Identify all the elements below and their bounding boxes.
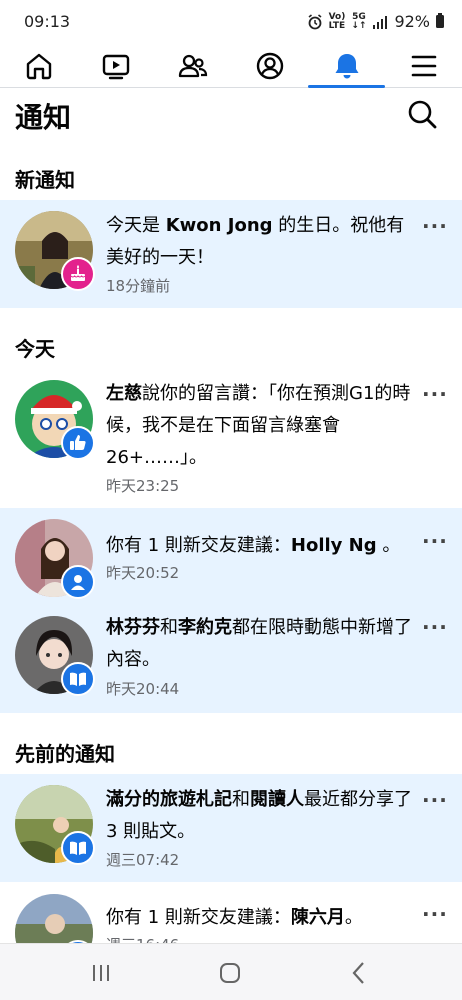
- notification-text: 林芬芬和李約克都在限時動態中新增了內容。: [106, 617, 412, 670]
- avatar: [15, 894, 95, 943]
- volte-indicator: Vo) LTE: [328, 11, 346, 31]
- birthday-cake-icon: [70, 265, 86, 281]
- like-icon: [70, 435, 86, 450]
- recent-apps-button[interactable]: [88, 960, 114, 986]
- notification-time: 昨天23:25: [106, 477, 180, 495]
- system-navigation-bar: [0, 943, 462, 1000]
- back-icon: [352, 962, 364, 984]
- more-options-button[interactable]: ···: [422, 216, 447, 240]
- network-type: 5G ↓↑: [351, 11, 367, 31]
- back-button[interactable]: [346, 960, 372, 986]
- home-icon: [26, 53, 51, 79]
- battery-percent: 92%: [394, 12, 430, 31]
- more-options-button[interactable]: ···: [422, 531, 447, 555]
- notification-item[interactable]: 左慈說你的留言讚：「你在預測G1的時候，我不是在下面留言綠塞會26+……」。 昨…: [0, 370, 462, 508]
- notification-item[interactable]: 滿分的旅遊札記和閱讀人最近都分享了 3 則貼文。 週三07:42 ···: [0, 774, 462, 882]
- notification-item[interactable]: 林芬芬和李約克都在限時動態中新增了內容。 昨天20:44 ···: [0, 604, 462, 713]
- avatar: [15, 211, 95, 291]
- notification-text: 你有 1 則新交友建議：Holly Ng 。: [106, 535, 401, 556]
- search-icon: [408, 100, 437, 129]
- notification-text: 你有 1 則新交友建議：陳六月。: [106, 907, 363, 928]
- notification-item[interactable]: 你有 1 則新交友建議：陳六月。 週三16:46 ···: [0, 882, 462, 943]
- notification-text: 左慈說你的留言讚：「你在預測G1的時候，我不是在下面留言綠塞會26+……」。: [106, 383, 411, 468]
- notification-text: 滿分的旅遊札記和閱讀人最近都分享了 3 則貼文。: [106, 789, 412, 842]
- notification-time: 昨天20:52: [106, 564, 180, 582]
- section-heading-new: 新通知: [15, 168, 75, 192]
- tab-watch[interactable]: [77, 44, 154, 87]
- tab-friends[interactable]: [154, 44, 231, 87]
- top-navigation: [0, 44, 462, 88]
- profile-icon: [256, 52, 283, 79]
- notification-time: 週三16:46: [106, 934, 179, 943]
- recent-apps-icon: [93, 965, 109, 981]
- story-badge: [61, 662, 95, 696]
- avatar: [15, 380, 95, 460]
- hamburger-icon: [411, 55, 436, 76]
- tab-notifications[interactable]: [308, 44, 385, 88]
- notification-time: 週三07:42: [106, 851, 180, 869]
- home-circle-icon: [220, 963, 240, 983]
- more-options-button[interactable]: ···: [422, 384, 447, 408]
- search-button[interactable]: [406, 98, 438, 130]
- status-icons: Vo) LTE 5G ↓↑ 92%: [307, 12, 444, 31]
- video-icon: [102, 54, 129, 79]
- notification-item[interactable]: 你有 1 則新交友建議：Holly Ng 。 昨天20:52 ···: [0, 508, 462, 604]
- battery-icon: [436, 13, 444, 28]
- avatar: [15, 785, 95, 865]
- notification-time: 18分鐘前: [106, 277, 171, 295]
- avatar: [15, 519, 95, 599]
- friend-suggestion-badge: [61, 565, 95, 599]
- person-icon: [71, 575, 85, 590]
- section-heading-today: 今天: [15, 337, 55, 361]
- section-heading-earlier: 先前的通知: [15, 742, 115, 766]
- like-badge: [61, 426, 95, 460]
- post-badge: [61, 831, 95, 865]
- birthday-badge: [61, 257, 95, 291]
- more-options-button[interactable]: ···: [422, 790, 447, 814]
- notification-group: 你有 1 則新交友建議：Holly Ng 。 昨天20:52 ··· 林芬芬和李…: [0, 508, 462, 713]
- alarm-icon: [308, 13, 322, 29]
- tab-home[interactable]: [0, 44, 77, 87]
- more-options-button[interactable]: ···: [422, 904, 447, 928]
- bell-icon: [335, 53, 358, 78]
- avatar: [15, 616, 95, 696]
- book-icon: [70, 672, 86, 686]
- home-button[interactable]: [217, 960, 243, 986]
- signal-icon: [373, 15, 388, 29]
- tab-menu[interactable]: [385, 44, 462, 87]
- friends-icon: [178, 54, 207, 77]
- status-time: 09:13: [24, 12, 71, 31]
- page-title: 通知: [15, 101, 72, 134]
- notification-text: 今天是 Kwon Jong 的生日。祝他有美好的一天！: [106, 215, 405, 268]
- book-icon: [70, 841, 86, 855]
- notification-time: 昨天20:44: [106, 680, 180, 698]
- status-bar: 09:13 Vo) LTE 5G ↓↑ 92%: [0, 0, 462, 44]
- page-header: 通知: [0, 88, 462, 144]
- tab-profile[interactable]: [231, 44, 308, 87]
- more-options-button[interactable]: ···: [422, 617, 447, 641]
- notification-item[interactable]: 今天是 Kwon Jong 的生日。祝他有美好的一天！ 18分鐘前 ···: [0, 200, 462, 308]
